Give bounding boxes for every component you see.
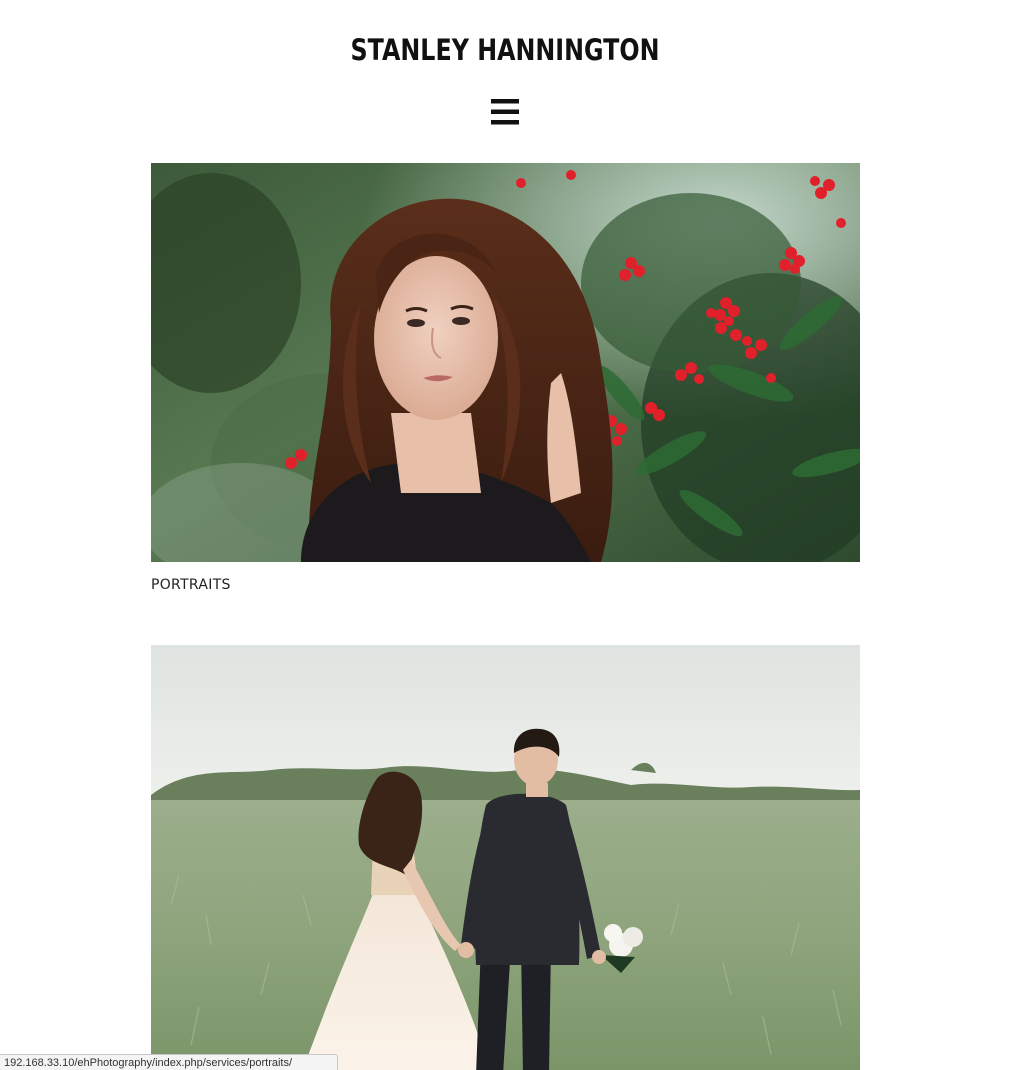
gallery-card-portraits: PORTRAITS [151,163,860,594]
wedding-image [151,645,860,1070]
menu-icon-graphic [491,99,519,125]
portrait-image [151,163,860,562]
portrait-photo[interactable] [151,163,860,562]
browser-status-url: 192.168.33.10/ehPhotography/index.php/se… [0,1054,338,1070]
page: STANLEY HANNINGTON PORTRAITS 192.168.33.… [0,0,1010,1070]
hamburger-menu-icon[interactable] [488,96,522,128]
wedding-photo[interactable] [151,645,860,1070]
site-title[interactable]: STANLEY HANNINGTON [91,30,919,70]
gallery-card-wedding [151,645,860,1070]
portraits-link[interactable]: PORTRAITS [151,576,860,594]
